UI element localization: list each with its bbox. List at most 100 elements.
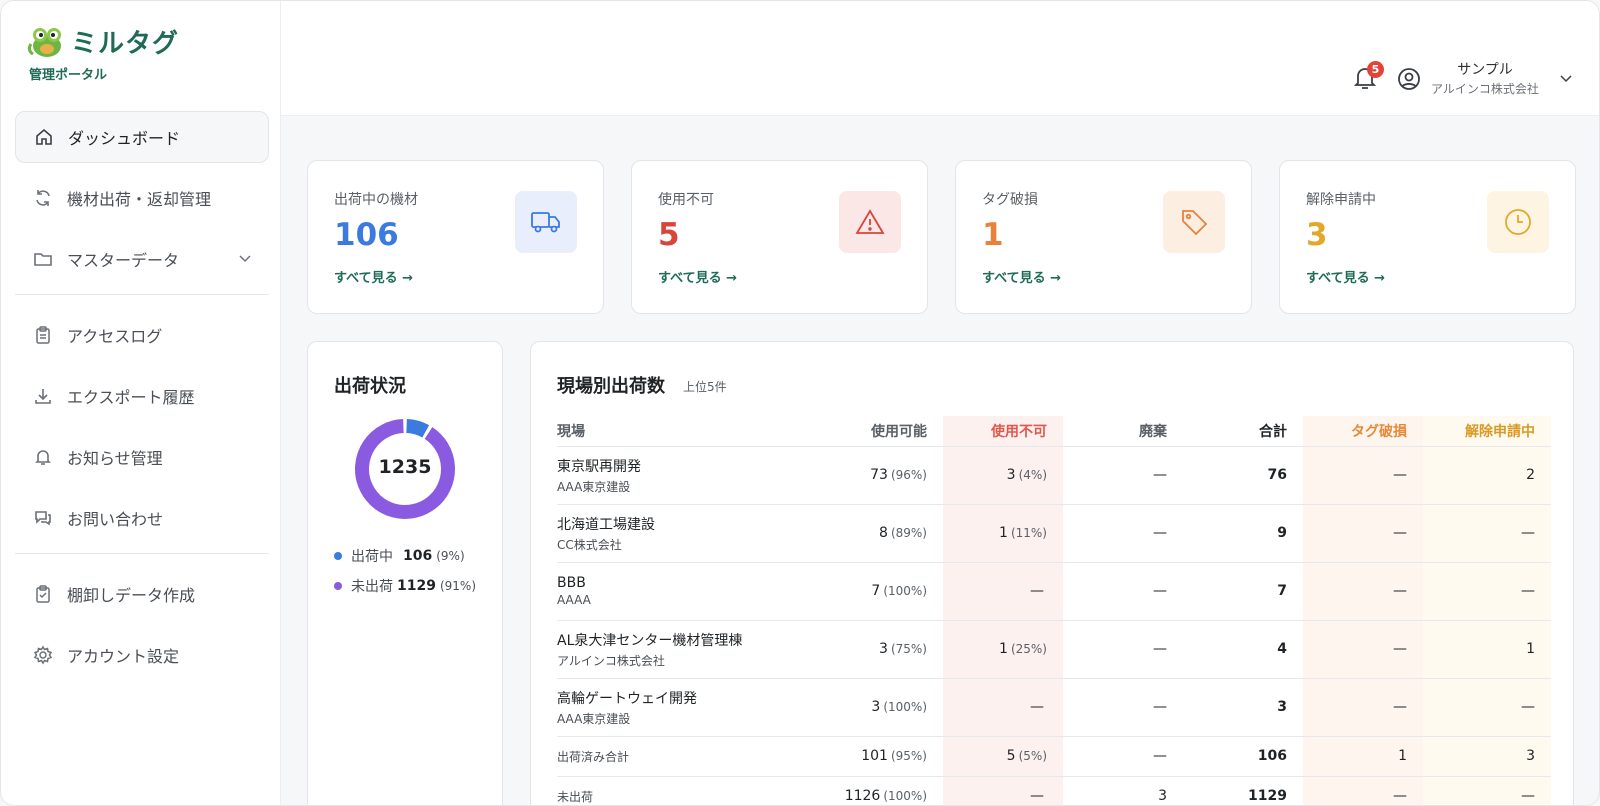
legend-value: 106: [403, 548, 433, 564]
site-name: AL泉大津センター機材管理棟: [557, 632, 743, 649]
summary-label-cell: 出荷済み合計: [557, 736, 825, 777]
summary-label: 未出荷: [557, 789, 594, 804]
notification-count-badge: 5: [1367, 61, 1384, 78]
sidebar-item-inquiries[interactable]: お問い合わせ: [15, 492, 269, 544]
unusable-cell: 3 (4%): [943, 446, 1063, 505]
legend-label: 出荷中: [351, 549, 393, 565]
chevron-down-icon[interactable]: [237, 250, 253, 266]
site-shipments-table: 現場 使用可能 使用不可 廃棄 合計 タグ破損 解除申請中 東京駅再開発 AAA…: [557, 416, 1551, 805]
usable-cell: 101 (95%): [825, 736, 943, 777]
usable-cell: 1126 (100%): [825, 776, 943, 805]
stat-value: 1: [982, 217, 1004, 253]
sidebar-item-label: 機材出荷・返却管理: [67, 190, 212, 209]
unusable-value: 5: [1006, 748, 1016, 764]
sidebar-item-label: 棚卸しデータ作成: [67, 586, 196, 605]
table-row[interactable]: 北海道工場建設 CC株式会社 8 (89%) 1 (11%) — 9 — —: [557, 504, 1551, 563]
release-request-cell: —: [1423, 562, 1551, 621]
card-subtitle: 上位5件: [683, 380, 727, 394]
sidebar-item-access-log[interactable]: アクセスログ: [15, 309, 269, 361]
usable-pct: (100%): [883, 584, 927, 598]
truck-icon: [515, 191, 577, 253]
unusable-pct: (4%): [1018, 468, 1047, 482]
sidebar-item-export-history[interactable]: エクスポート履歴: [15, 370, 269, 422]
total-cell: 1129: [1183, 776, 1303, 805]
disposed-cell: —: [1063, 736, 1183, 777]
table-row[interactable]: AL泉大津センター機材管理棟 アルインコ株式会社 3 (75%) 1 (25%) —…: [557, 620, 1551, 679]
donut-segment-0: [405, 419, 430, 438]
table-row[interactable]: BBB AAAA 7 (100%) — — 7 — —: [557, 562, 1551, 621]
sidebar-item-label: マスターデータ: [67, 251, 180, 270]
summary-row-not-shipped: 未出荷 1126 (100%) — 3 1129 — —: [557, 776, 1551, 805]
disposed-cell: —: [1063, 504, 1183, 563]
view-all-link[interactable]: すべて見る →: [658, 267, 737, 286]
unusable-cell: —: [943, 678, 1063, 737]
unusable-value: —: [1030, 583, 1044, 599]
usable-cell: 7 (100%): [825, 562, 943, 621]
sidebar-item-shipping-return[interactable]: 機材出荷・返却管理: [15, 172, 269, 224]
clipboard-check-icon: [33, 584, 53, 604]
site-cell: 高輪ゲートウェイ開発 AAA東京建設: [557, 678, 825, 737]
usable-pct: (89%): [890, 526, 927, 540]
unusable-cell: 1 (25%): [943, 620, 1063, 679]
unusable-value: —: [1030, 788, 1044, 804]
shipping-status-card: 出荷状況 1235 出荷中 106 (9%) 未出荷 1129 (91%): [307, 341, 503, 805]
disposed-cell: —: [1063, 562, 1183, 621]
usable-cell: 73 (96%): [825, 446, 943, 505]
usable-cell: 3 (100%): [825, 678, 943, 737]
view-all-link[interactable]: すべて見る →: [334, 267, 413, 286]
sidebar-item-label: お問い合わせ: [67, 510, 164, 529]
legend-value: 1129: [397, 578, 436, 594]
sidebar-item-notice-management[interactable]: お知らせ管理: [15, 431, 269, 483]
user-name[interactable]: サンプル: [1429, 59, 1541, 79]
unusable-pct: (11%): [1010, 526, 1047, 540]
unusable-cell: —: [943, 562, 1063, 621]
column-header: 合計: [1183, 416, 1303, 447]
usable-pct: (95%): [890, 749, 927, 763]
release-request-cell: 2: [1423, 446, 1551, 505]
usable-value: 3: [879, 641, 888, 657]
table-row[interactable]: 高輪ゲートウェイ開発 AAA東京建設 3 (100%) — — 3 — —: [557, 678, 1551, 737]
sidebar-item-label: エクスポート履歴: [67, 388, 195, 407]
user-avatar-icon[interactable]: [1397, 67, 1421, 91]
summary-row-shipped-total: 出荷済み合計 101 (95%) 5 (5%) — 106 1 3: [557, 736, 1551, 777]
column-header: 使用不可: [943, 416, 1063, 447]
warning-icon: [839, 191, 901, 253]
unusable-value: 1: [999, 641, 1008, 657]
unusable-cell: 5 (5%): [943, 736, 1063, 777]
release-request-cell: —: [1423, 678, 1551, 737]
site-company: CC株式会社: [557, 537, 622, 552]
refresh-icon: [33, 188, 53, 208]
unusable-value: —: [1030, 699, 1044, 715]
sidebar-item-label: お知らせ管理: [67, 449, 163, 468]
card-title: 出荷状況: [334, 376, 406, 397]
chevron-down-icon[interactable]: [1559, 71, 1573, 85]
legend-dot: [334, 552, 342, 560]
total-cell: 9: [1183, 504, 1303, 563]
unusable-cell: 1 (11%): [943, 504, 1063, 563]
sidebar-item-inventory-data[interactable]: 棚卸しデータ作成: [15, 568, 269, 620]
usable-value: 3: [871, 699, 881, 715]
release-request-cell: 1: [1423, 620, 1551, 679]
release-request-cell: 3: [1423, 736, 1551, 777]
usable-pct: (96%): [890, 468, 927, 482]
donut-total: 1235: [378, 456, 432, 478]
usable-value: 7: [871, 583, 881, 599]
stat-card-unusable: 使用不可 5 すべて見る →: [631, 160, 928, 314]
view-all-link[interactable]: すべて見る →: [1306, 267, 1385, 286]
clipboard-icon: [33, 325, 53, 345]
site-cell: 東京駅再開発 AAA東京建設: [557, 446, 825, 505]
mascot-logo-icon: [27, 27, 61, 57]
column-header: 使用可能: [825, 416, 943, 447]
unusable-pct: (5%): [1018, 749, 1047, 763]
sidebar-item-dashboard[interactable]: ダッシュボード: [15, 111, 269, 163]
usable-cell: 3 (75%): [825, 620, 943, 679]
site-company: アルインコ株式会社: [557, 653, 665, 668]
tag-icon: [1163, 191, 1225, 253]
sidebar-item-account-settings[interactable]: アカウント設定: [15, 629, 269, 681]
table-row[interactable]: 東京駅再開発 AAA東京建設 73 (96%) 3 (4%) — 76 — 2: [557, 446, 1551, 505]
summary-label: 出荷済み合計: [557, 749, 630, 764]
stat-label: 使用不可: [658, 192, 714, 208]
sidebar-item-master-data[interactable]: マスターデータ: [15, 233, 269, 285]
logo[interactable]: ミルタグ 管理ポータル: [27, 23, 179, 83]
view-all-link[interactable]: すべて見る →: [982, 267, 1061, 286]
